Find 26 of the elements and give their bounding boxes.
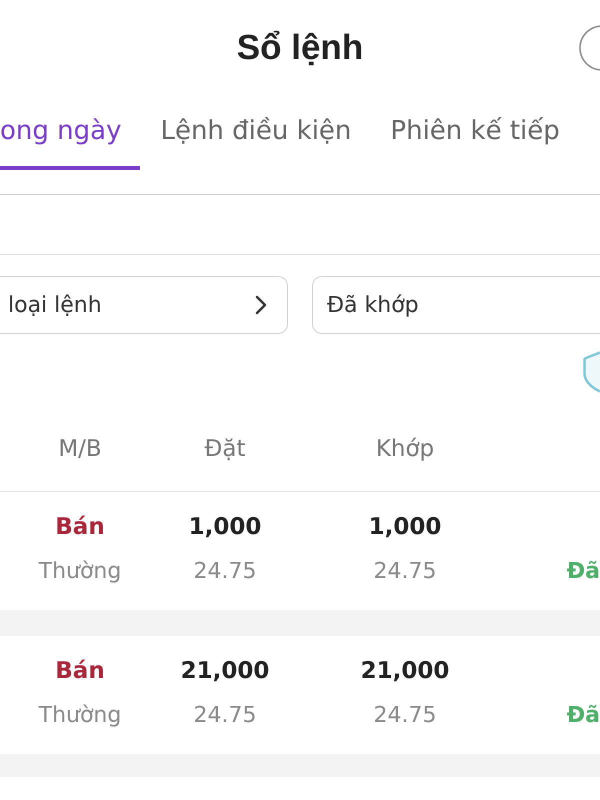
column-header: Đặt [204,435,246,464]
matched-quantity: 21,000 [360,657,450,686]
status-text: Đã [566,558,600,586]
filter-field[interactable]: loại lệnh [0,276,288,334]
order-type-text: Thường [38,702,122,730]
chevron-right-icon [255,295,267,315]
circle-outline-icon[interactable] [578,25,600,71]
page-title: Sổ lệnh [236,26,364,68]
filter-field[interactable]: Đã khớp [312,276,600,334]
side-text: Bán [55,513,105,542]
ordered-price: 24.75 [194,558,256,586]
ordered-quantity: 21,000 [180,657,270,686]
tab[interactable]: Phiên kế tiếp [370,95,579,170]
tab[interactable]: Lệnh điều kiện [140,95,370,170]
ordered-quantity: 1,000 [188,513,262,542]
status-text: Đã [566,702,600,730]
matched-quantity: 1,000 [368,513,442,542]
ordered-price: 24.75 [194,702,256,730]
matched-price: 24.75 [374,558,436,586]
matched-price: 24.75 [374,702,436,730]
side-text: Bán [55,657,105,686]
column-header: Khớp [376,435,434,464]
order-type-text: Thường [38,558,122,586]
tab[interactable]: ong ngày [0,95,140,170]
shield-icon[interactable] [583,351,600,393]
column-header: M/B [58,435,102,464]
